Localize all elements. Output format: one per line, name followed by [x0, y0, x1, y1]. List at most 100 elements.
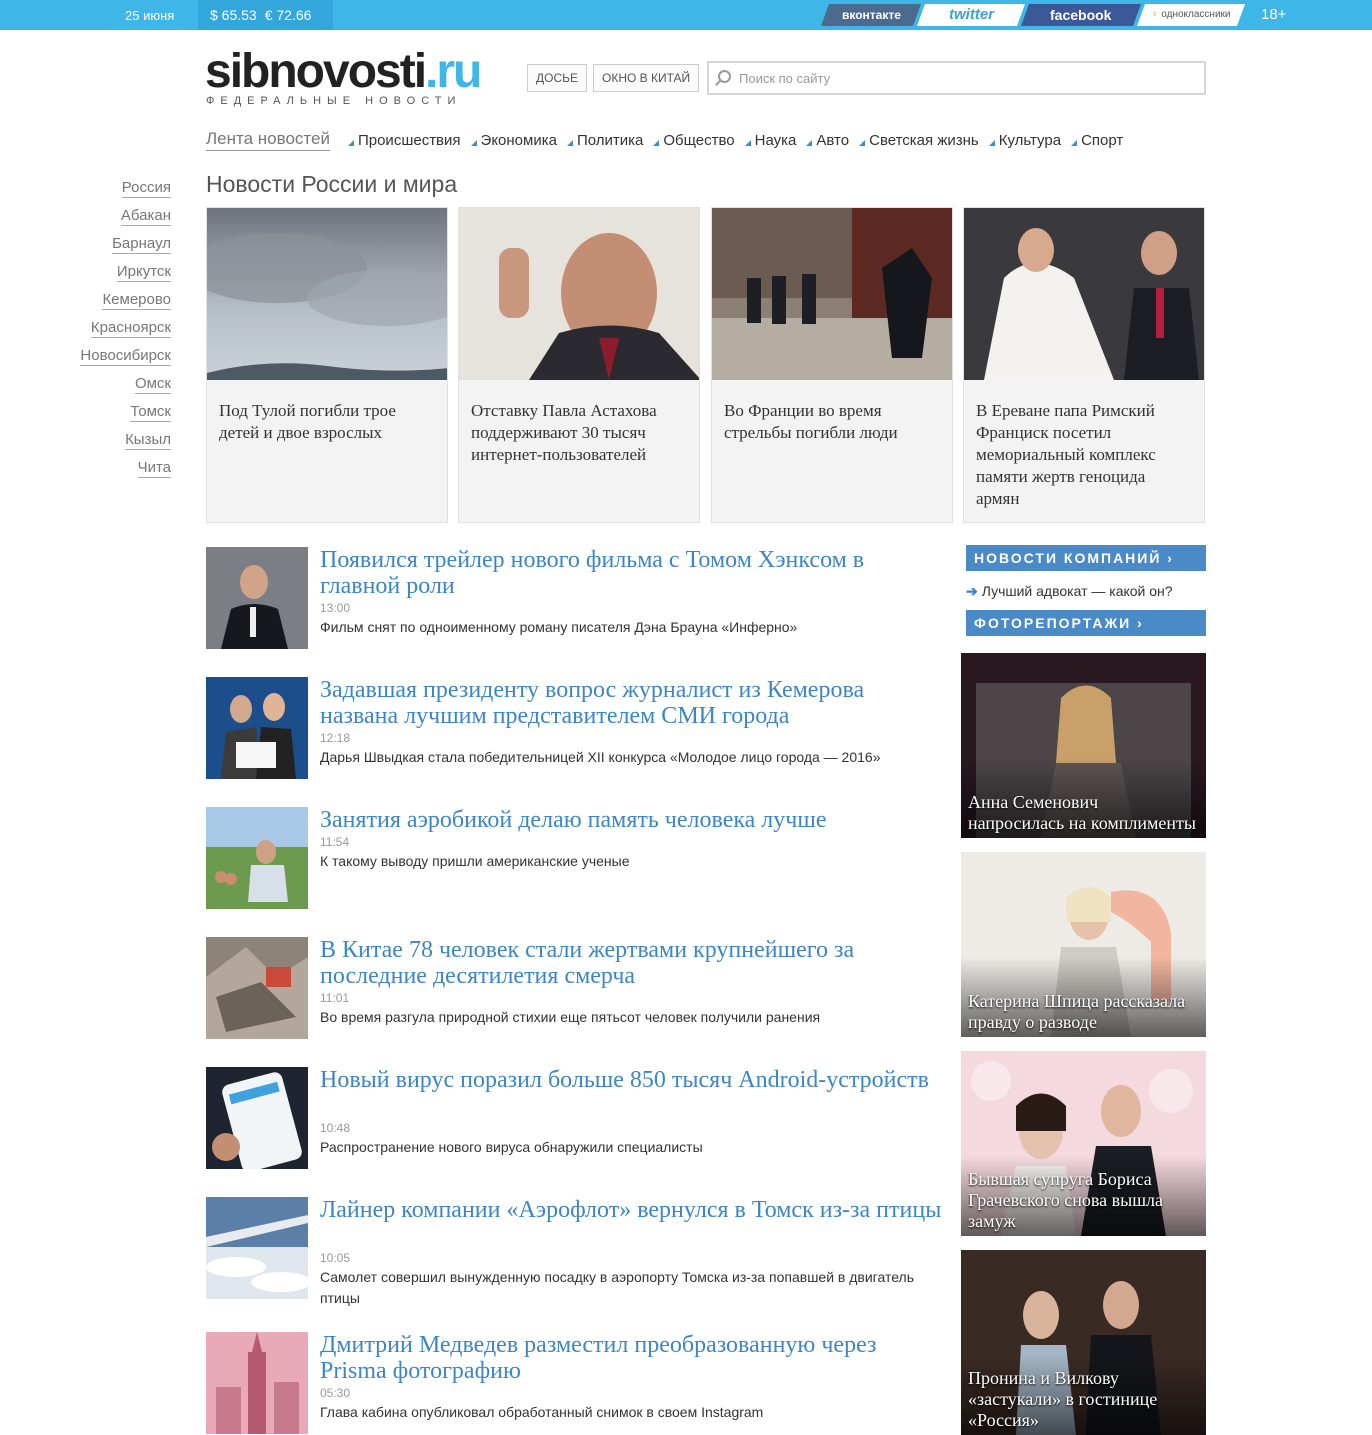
company-news-link[interactable]: ➔ Лучший адвокат — какой он? — [966, 583, 1173, 600]
news-thumb — [206, 677, 308, 779]
card-caption: Во Франции во время стрельбы погибли люд… — [724, 401, 898, 442]
photo-report-title: Пронина и Вилкову «застукали» в гостиниц… — [968, 1368, 1158, 1430]
twitter-label: twitter — [948, 6, 994, 23]
arrow-right-icon: ➔ — [966, 583, 978, 599]
news-desc: Фильм снят по одноименному роману писате… — [320, 619, 798, 635]
currency-rates: $ 65.53 € 72.66 — [198, 0, 334, 30]
news-time: 10:48 — [320, 1121, 351, 1135]
city-link-chita[interactable]: Чита — [137, 458, 171, 478]
news-title[interactable]: Лайнер компании «Аэрофлот» вернулся в То… — [320, 1197, 945, 1223]
photo-report-card[interactable]: Пронина и Вилкову «застукали» в гостиниц… — [961, 1250, 1206, 1435]
news-desc: К такому выводу пришли американские учен… — [320, 853, 630, 869]
card-image-portrait — [459, 208, 699, 380]
news-thumb — [206, 807, 308, 909]
news-desc: Самолет совершил вынужденную посадку в а… — [320, 1269, 914, 1306]
news-title[interactable]: Новый вирус поразил больше 850 тысяч And… — [320, 1067, 945, 1093]
current-date: 25 июня — [125, 8, 175, 23]
photo-report-card[interactable]: Анна Семенович напросилась на комплимент… — [961, 653, 1206, 838]
news-title[interactable]: Дмитрий Медведев разместил преобразованн… — [320, 1332, 945, 1384]
nav-item-culture[interactable]: Культура — [988, 132, 1061, 149]
top-news-card[interactable]: Во Франции во время стрельбы погибли люд… — [711, 207, 953, 523]
company-news-link-label: Лучший адвокат — какой он? — [981, 583, 1173, 599]
company-news-header[interactable]: НОВОСТИ КОМПАНИЙ › — [966, 545, 1206, 571]
dossier-button[interactable]: ДОСЬЕ — [527, 64, 588, 92]
nav-news-feed[interactable]: Лента новостей — [206, 129, 330, 151]
top-news-card[interactable]: В Ереване папа Римский Франциск посетил … — [963, 207, 1205, 523]
photo-report-title: Катерина Шпица рассказала правду о разво… — [968, 991, 1186, 1032]
news-time: 11:01 — [320, 991, 350, 1005]
city-link-abakan[interactable]: Абакан — [120, 206, 171, 226]
vk-label: вконтакте — [841, 8, 901, 22]
nav-item-economy[interactable]: Экономика — [470, 132, 557, 149]
main-nav: Лента новостей Происшествия Экономика По… — [206, 128, 1133, 152]
city-link-krasnoyarsk[interactable]: Красноярск — [90, 318, 171, 338]
logo-main: sibnovosti — [205, 45, 427, 98]
age-rating: 18+ — [1261, 6, 1287, 23]
news-time: 13:00 — [320, 601, 351, 615]
top-news-card[interactable]: Под Тулой погибли трое детей и двое взро… — [206, 207, 448, 523]
search-input[interactable] — [739, 68, 1199, 88]
photo-report-title: Анна Семенович напросилась на комплимент… — [968, 792, 1196, 833]
news-thumb — [206, 1332, 308, 1434]
search-icon[interactable] — [718, 70, 731, 83]
card-image-street — [712, 208, 952, 380]
site-logo[interactable]: sibnovosti.ru — [205, 45, 482, 98]
card-caption: Под Тулой погибли трое детей и двое взро… — [219, 401, 396, 442]
photo-report-card[interactable]: Бывшая супруга Бориса Грачевского снова … — [961, 1051, 1206, 1236]
logo-suffix: .ru — [425, 45, 482, 98]
nav-item-politics[interactable]: Политика — [566, 132, 643, 149]
news-time: 12:18 — [320, 731, 351, 745]
eur-rate: € 72.66 — [264, 7, 312, 23]
ok-link[interactable]: ♀ одноклассники — [1136, 4, 1246, 26]
news-desc: Дарья Швыдкая стала победительницей XII … — [320, 749, 881, 765]
top-news-card[interactable]: Отставку Павла Астахова поддерживают 30 … — [458, 207, 700, 523]
ok-text: одноклассники — [1161, 9, 1231, 20]
facebook-link[interactable]: facebook — [1020, 4, 1142, 26]
news-title[interactable]: Задавшая президенту вопрос журналист из … — [320, 677, 945, 729]
card-caption: В Ереване папа Римский Франциск посетил … — [976, 401, 1156, 508]
card-caption: Отставку Павла Астахова поддерживают 30 … — [471, 401, 657, 464]
search-box — [707, 61, 1206, 95]
photo-report-title: Бывшая супруга Бориса Грачевского снова … — [968, 1169, 1164, 1231]
photo-report-card[interactable]: Катерина Шпица рассказала правду о разво… — [961, 852, 1206, 1037]
city-link-irkutsk[interactable]: Иркутск — [116, 262, 171, 282]
news-title[interactable]: Занятия аэробикой делаю память человека … — [320, 807, 945, 833]
city-link-omsk[interactable]: Омск — [134, 374, 171, 394]
news-desc: Глава кабина опубликовал обработанный сн… — [320, 1404, 764, 1420]
nav-item-celebrity[interactable]: Светская жизнь — [859, 132, 979, 149]
city-link-tomsk[interactable]: Томск — [130, 402, 171, 422]
ok-label: ♀ одноклассники — [1151, 4, 1231, 26]
city-link-barnaul[interactable]: Барнаул — [112, 234, 171, 254]
twitter-link[interactable]: twitter — [916, 4, 1026, 26]
news-time: 11:54 — [320, 835, 350, 849]
news-desc: Распространение нового вируса обнаружили… — [320, 1139, 703, 1155]
news-thumb — [206, 937, 308, 1039]
news-thumb — [206, 547, 308, 649]
nav-item-sport[interactable]: Спорт — [1071, 132, 1123, 149]
news-thumb — [206, 1067, 308, 1169]
photo-reports-header[interactable]: ФОТОРЕПОРТАЖИ › — [966, 610, 1206, 636]
news-thumb — [206, 1197, 308, 1299]
city-link-russia[interactable]: Россия — [121, 178, 171, 198]
card-image-sky — [207, 208, 447, 380]
nav-item-incidents[interactable]: Происшествия — [347, 132, 461, 149]
city-link-kyzyl[interactable]: Кызыл — [125, 430, 171, 450]
card-image-pope — [964, 208, 1204, 380]
city-list: Россия Абакан Барнаул Иркутск Кемерово К… — [80, 178, 171, 486]
nav-item-auto[interactable]: Авто — [806, 132, 849, 149]
nav-item-society[interactable]: Общество — [653, 132, 735, 149]
vk-link[interactable]: вконтакте — [820, 4, 922, 26]
news-desc: Во время разгула природной стихии еще пя… — [320, 1009, 821, 1025]
top-bar: 25 июня $ 65.53 € 72.66 вконтакте twitter… — [0, 0, 1372, 30]
news-title[interactable]: В Китае 78 человек стали жертвами крупне… — [320, 937, 945, 989]
news-time: 05:30 — [320, 1386, 351, 1400]
nav-item-science[interactable]: Наука — [744, 132, 796, 149]
city-link-kemerovo[interactable]: Кемерово — [102, 290, 171, 310]
news-title[interactable]: Появился трейлер нового фильма с Томом Х… — [320, 547, 945, 599]
section-title: Новости России и мира — [206, 171, 458, 197]
logo-tagline: ФЕДЕРАЛЬНЫЕ НОВОСТИ — [206, 95, 462, 107]
china-window-button[interactable]: ОКНО В КИТАЙ — [593, 64, 700, 92]
usd-rate: $ 65.53 — [210, 7, 257, 23]
city-link-novosibirsk[interactable]: Новосибирск — [80, 346, 171, 366]
facebook-label: facebook — [1050, 7, 1112, 23]
